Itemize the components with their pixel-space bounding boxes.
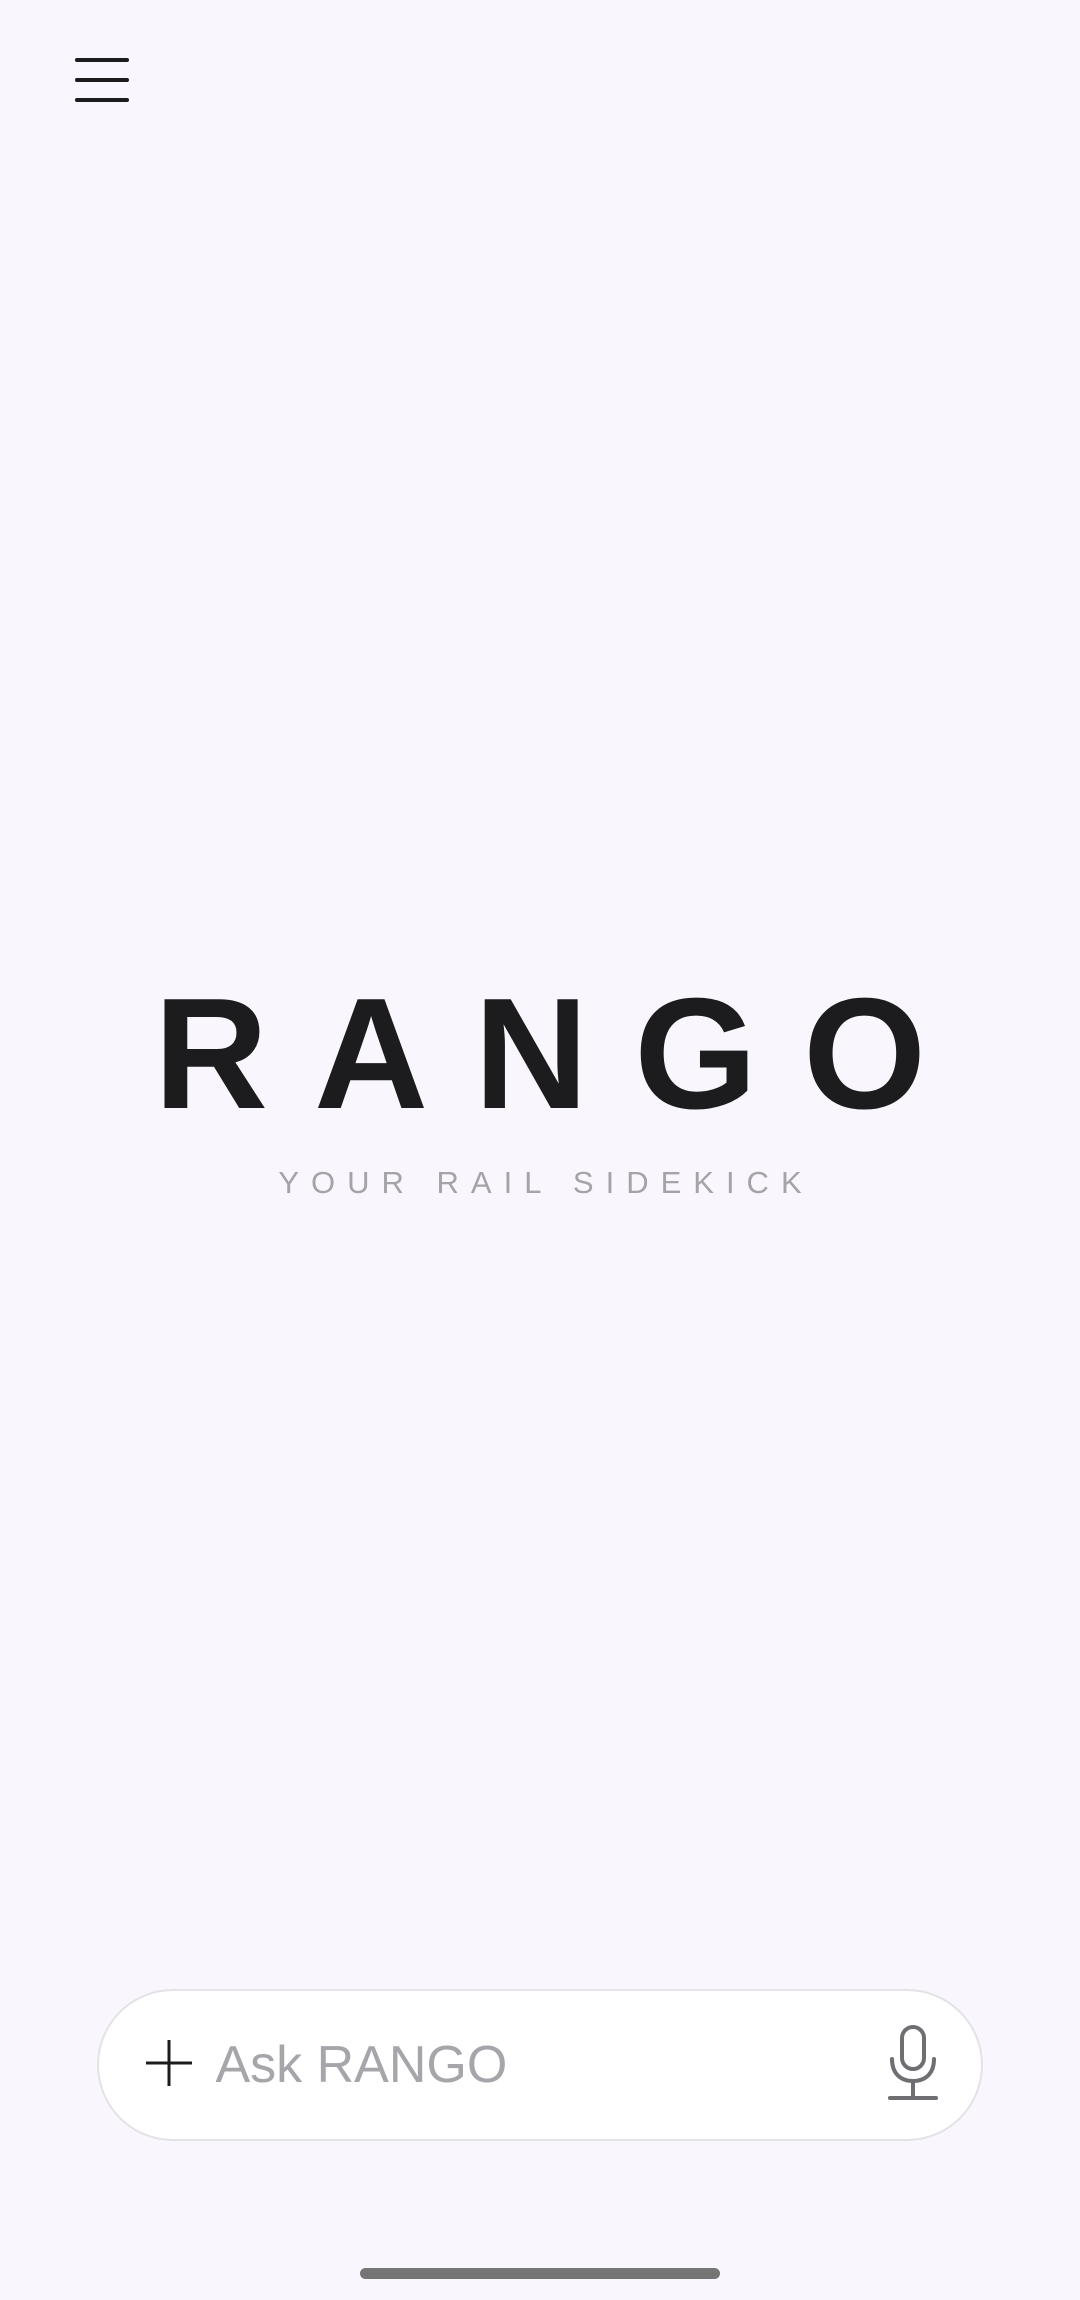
hamburger-menu-icon: [75, 55, 129, 105]
plus-icon: [146, 2039, 193, 2091]
brand-block: RANGO YOUR RAIL SIDEKICK: [0, 975, 1080, 1198]
voice-input-button[interactable]: [885, 2020, 942, 2110]
app-tagline: YOUR RAIL SIDEKICK: [278, 1165, 814, 1200]
ask-bar: [97, 1989, 983, 2141]
home-indicator[interactable]: [360, 2268, 720, 2279]
add-button[interactable]: [141, 2025, 198, 2105]
app-title: RANGO: [153, 966, 973, 1142]
ask-input[interactable]: [215, 1991, 885, 2139]
menu-button[interactable]: [70, 48, 134, 112]
microphone-icon: [887, 2024, 938, 2106]
